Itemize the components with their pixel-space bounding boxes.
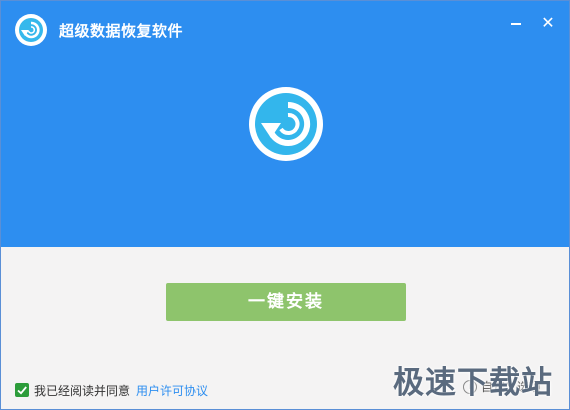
agreement-text: 我已经阅读并同意 <box>34 383 131 398</box>
agreement-row: 我已经阅读并同意 用户许可协议 <box>15 382 208 398</box>
window-title: 超级数据恢复软件 <box>59 22 184 40</box>
minimize-icon <box>511 23 521 25</box>
app-logo-icon <box>15 14 47 46</box>
header-banner: 超级数据恢复软件 ✕ <box>1 1 569 247</box>
close-button[interactable]: ✕ <box>538 13 558 33</box>
agreement-checkbox[interactable] <box>15 383 29 397</box>
installer-window: 超级数据恢复软件 ✕ 一键安装 我已经阅读并同意 用户许可协议 i 自定义选项 … <box>0 0 570 410</box>
restore-arrow-icon <box>261 101 311 146</box>
one-click-install-button[interactable]: 一键安装 <box>166 283 406 321</box>
site-watermark: 极速下载站 <box>393 365 553 401</box>
restore-arrow-icon <box>21 21 40 39</box>
minimize-button[interactable] <box>506 13 526 33</box>
checkmark-icon <box>17 386 27 395</box>
hero-logo-icon <box>249 87 323 161</box>
license-agreement-link[interactable]: 用户许可协议 <box>136 382 208 399</box>
